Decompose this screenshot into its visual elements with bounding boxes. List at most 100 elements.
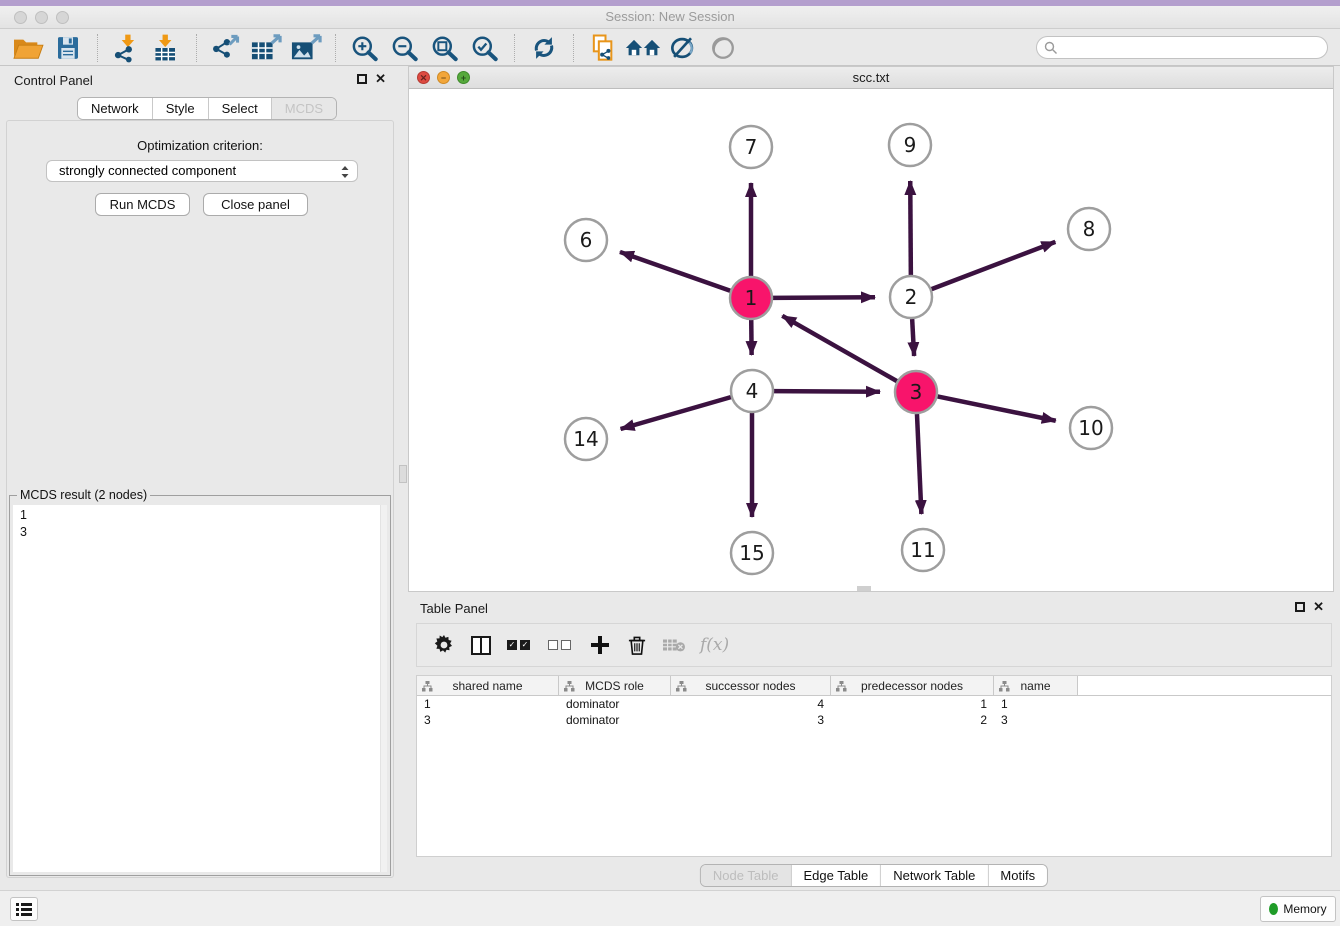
graph-node-7[interactable]: 7 xyxy=(730,126,772,168)
column-header-shared-name[interactable]: shared name xyxy=(417,676,559,695)
zoom-selected-icon[interactable] xyxy=(465,32,505,64)
tab-node-table[interactable]: Node Table xyxy=(701,865,792,886)
svg-text:8: 8 xyxy=(1083,217,1096,241)
export-network-icon[interactable] xyxy=(206,32,246,64)
graph-edge-3-11[interactable] xyxy=(917,414,921,514)
toolbar-separator xyxy=(573,34,574,62)
run-mcds-button[interactable]: Run MCDS xyxy=(95,193,190,216)
import-network-icon[interactable] xyxy=(107,32,147,64)
graph-node-11[interactable]: 11 xyxy=(902,529,944,571)
panel-splitter-grip[interactable] xyxy=(399,465,407,483)
duplicate-network-icon[interactable] xyxy=(583,32,623,64)
result-scrollbar[interactable] xyxy=(380,505,387,872)
delete-table-icon xyxy=(663,631,685,659)
zoom-out-icon[interactable] xyxy=(385,32,425,64)
import-table-icon[interactable] xyxy=(147,32,187,64)
graph-edge-2-8[interactable] xyxy=(932,242,1056,289)
column-type-icon xyxy=(422,681,433,692)
graph-edge-3-10[interactable] xyxy=(938,396,1056,420)
float-panel-icon[interactable] xyxy=(357,74,367,84)
export-table-icon[interactable] xyxy=(246,32,286,64)
optimization-criterion-select[interactable]: strongly connected component xyxy=(46,160,358,182)
table-cell[interactable]: 4 xyxy=(671,697,831,711)
add-icon[interactable] xyxy=(589,631,611,659)
canvas-splitter-grip[interactable] xyxy=(857,586,871,591)
task-history-button[interactable] xyxy=(10,897,38,921)
table-cell[interactable]: dominator xyxy=(559,713,671,727)
graph-edge-3-1[interactable] xyxy=(782,316,897,381)
close-panel-button[interactable]: Close panel xyxy=(203,193,308,216)
tab-mcds[interactable]: MCDS xyxy=(272,98,336,119)
graph-node-10[interactable]: 10 xyxy=(1070,407,1112,449)
network-frame-titlebar[interactable]: ✕ − + scc.txt xyxy=(409,67,1333,89)
table-cell[interactable]: 2 xyxy=(831,713,994,727)
table-toolbar: ✓✓ f(x) xyxy=(416,623,1332,667)
export-image-icon[interactable] xyxy=(286,32,326,64)
function-builder-icon: f(x) xyxy=(700,631,729,659)
column-filler xyxy=(1078,676,1331,695)
tab-motifs[interactable]: Motifs xyxy=(988,865,1047,886)
svg-text:4: 4 xyxy=(746,379,759,403)
tab-network[interactable]: Network xyxy=(78,98,153,119)
refresh-icon[interactable] xyxy=(524,32,564,64)
main-toolbar xyxy=(0,30,1340,66)
graph-node-1[interactable]: 1 xyxy=(730,277,772,319)
tab-style[interactable]: Style xyxy=(153,98,209,119)
tab-edge-table[interactable]: Edge Table xyxy=(791,865,881,886)
table-cell[interactable]: 3 xyxy=(994,713,1078,727)
graph-edge-4-3[interactable] xyxy=(774,391,880,392)
graph-edge-2-3[interactable] xyxy=(912,319,914,356)
column-header-predecessor-nodes[interactable]: predecessor nodes xyxy=(831,676,994,695)
search-input[interactable] xyxy=(1061,38,1321,57)
control-panel-title: Control Panel xyxy=(14,73,93,88)
deselect-all-icon[interactable] xyxy=(548,631,574,659)
graph-edge-1-6[interactable] xyxy=(620,252,730,291)
graph-node-14[interactable]: 14 xyxy=(565,418,607,460)
graph-edge-1-2[interactable] xyxy=(773,297,875,298)
table-row[interactable]: 1dominator411 xyxy=(417,696,1331,712)
column-type-icon xyxy=(564,681,575,692)
table-settings-gear-icon[interactable] xyxy=(433,631,455,659)
table-cell[interactable]: 3 xyxy=(417,713,559,727)
select-stepper-icon xyxy=(340,164,350,180)
graph-edge-2-9[interactable] xyxy=(910,181,911,275)
home-view-icon[interactable] xyxy=(623,32,663,64)
float-table-panel-icon[interactable] xyxy=(1295,602,1305,612)
graph-node-6[interactable]: 6 xyxy=(565,219,607,261)
table-cell[interactable]: 1 xyxy=(994,697,1078,711)
table-row[interactable]: 3dominator323 xyxy=(417,712,1331,728)
close-table-panel-icon[interactable]: ✕ xyxy=(1313,602,1324,612)
table-cell[interactable]: 3 xyxy=(671,713,831,727)
zoom-in-icon[interactable] xyxy=(345,32,385,64)
select-all-icon[interactable]: ✓✓ xyxy=(507,631,533,659)
graphics-details-icon[interactable] xyxy=(663,32,703,64)
svg-text:2: 2 xyxy=(905,285,918,309)
table-cell[interactable]: 1 xyxy=(831,697,994,711)
open-folder-icon[interactable] xyxy=(8,32,48,64)
zoom-fit-icon[interactable] xyxy=(425,32,465,64)
mcds-result-text[interactable]: 1 3 xyxy=(13,505,387,872)
tab-network-table[interactable]: Network Table xyxy=(881,865,988,886)
graph-node-8[interactable]: 8 xyxy=(1068,208,1110,250)
svg-text:15: 15 xyxy=(739,541,764,565)
svg-text:7: 7 xyxy=(745,135,758,159)
save-icon[interactable] xyxy=(48,32,88,64)
close-panel-icon[interactable]: ✕ xyxy=(375,74,386,84)
tab-select[interactable]: Select xyxy=(209,98,272,119)
column-header-mcds-role[interactable]: MCDS role xyxy=(559,676,671,695)
delete-icon[interactable] xyxy=(626,631,648,659)
graph-node-2[interactable]: 2 xyxy=(890,276,932,318)
table-cell[interactable]: 1 xyxy=(417,697,559,711)
column-header-name[interactable]: name xyxy=(994,676,1078,695)
column-header-successor-nodes[interactable]: successor nodes xyxy=(671,676,831,695)
show-columns-icon[interactable] xyxy=(470,631,492,659)
memory-button[interactable]: Memory xyxy=(1260,896,1336,922)
graph-edge-4-14[interactable] xyxy=(621,397,731,429)
birdseye-view-icon[interactable] xyxy=(703,32,743,64)
graph-node-4[interactable]: 4 xyxy=(731,370,773,412)
graph-node-9[interactable]: 9 xyxy=(889,124,931,166)
graph-node-15[interactable]: 15 xyxy=(731,532,773,574)
graph-node-3[interactable]: 3 xyxy=(895,371,937,413)
network-canvas[interactable]: 7 9 6 8 1 2 4 3 14 10 15 11 xyxy=(409,89,1333,591)
table-cell[interactable]: dominator xyxy=(559,697,671,711)
